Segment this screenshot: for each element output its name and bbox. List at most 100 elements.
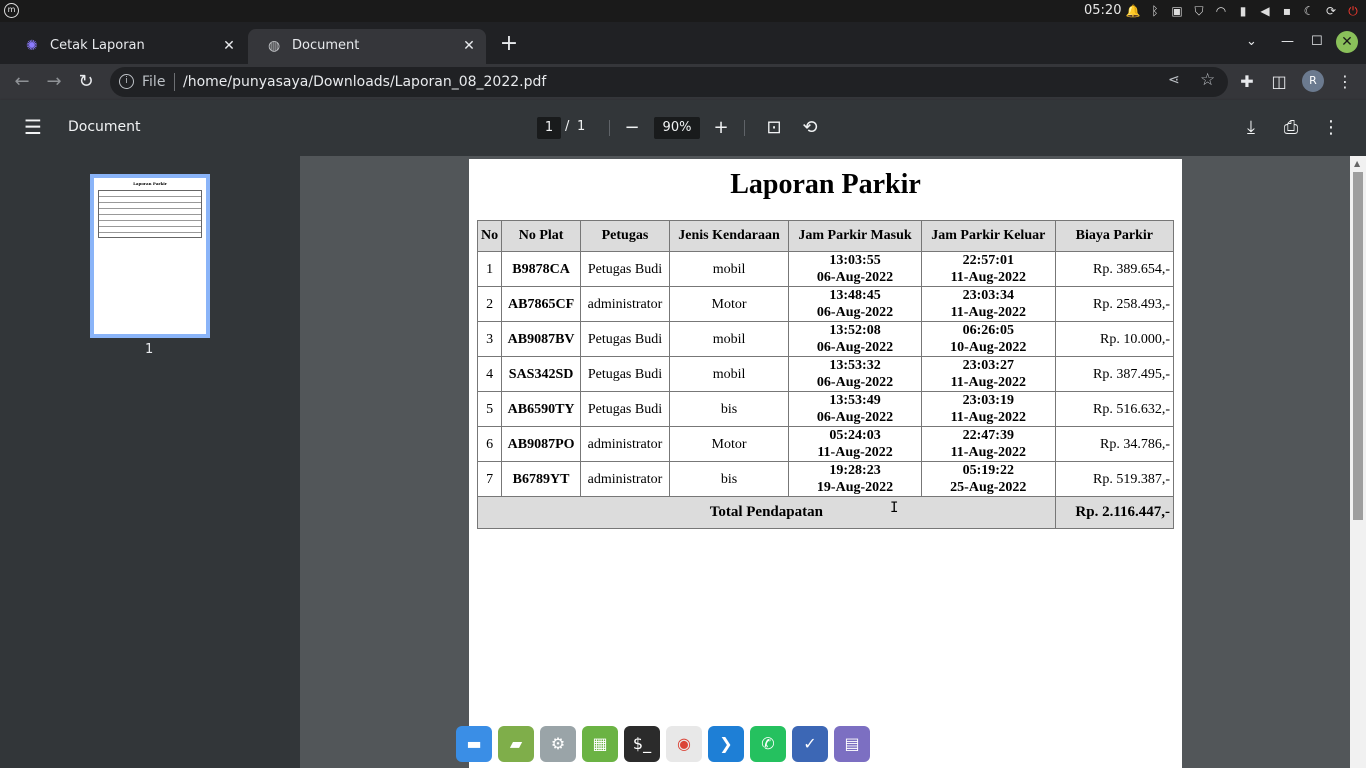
masuk-time: 13:48:45 [829,288,881,303]
wifi-icon[interactable]: ◠ [1212,2,1230,20]
masuk-date: 06-Aug-2022 [816,305,894,320]
tab-document[interactable]: ◍ Document ✕ [248,29,486,64]
divider [609,120,610,136]
table-row: 5 AB6590TY Petugas Budi bis 13:53:49 06-Aug-2… [476,391,1175,427]
battery-icon[interactable]: ▮ [1234,2,1252,20]
pdf-thumbnail-sidebar: Laporan Parkir 1 [0,156,300,768]
minimize-icon[interactable]: — [1281,34,1294,49]
text-editor-icon[interactable]: ▤ [834,726,870,762]
maximize-icon[interactable]: ☐ [1311,34,1323,49]
keluar-date: 10-Aug-2022 [950,340,1027,355]
spreadsheet-icon[interactable]: ▦ [582,726,618,762]
forward-arrow-icon[interactable]: → [41,69,67,95]
pdf-document-title: Document [68,119,141,135]
system-clock[interactable]: 05:20 [1084,3,1121,18]
cell-biaya: Rp. 389.654,- [1054,251,1175,287]
divider [744,120,745,136]
cell-no-plat: SAS342SD [501,356,582,392]
cell-no: 2 [476,286,503,322]
whatsapp-icon[interactable]: ✆ [750,726,786,762]
cell-petugas: Petugas Budi [580,356,670,392]
table-header-row: No No Plat Petugas Jenis Kendaraan Jam P… [476,220,1175,252]
volume-icon[interactable]: ◀ [1256,2,1274,20]
power-icon[interactable]: ⏻ [1344,2,1362,20]
files-folder-icon[interactable]: ▰ [498,726,534,762]
keluar-time: 23:03:19 [962,393,1014,408]
lock-icon[interactable]: ▪ [1278,2,1296,20]
rotate-icon[interactable]: ⟲ [798,116,822,140]
extensions-puzzle-icon[interactable]: ✚ [1236,71,1258,93]
header-jenis-kendaraan: Jenis Kendaraan [668,220,790,252]
cell-no: 4 [476,356,503,392]
url-text[interactable]: /home/punyasaya/Downloads/Laporan_08_202… [183,74,546,90]
print-icon[interactable]: ⎙ [1279,116,1303,140]
zoom-in-icon[interactable]: + [709,116,733,140]
back-arrow-icon[interactable]: ← [9,69,35,95]
close-icon[interactable]: ✕ [218,35,240,57]
tab-search-icon[interactable]: ⌄ [1246,34,1257,49]
mint-menu-icon[interactable]: m [4,3,19,18]
masuk-date: 06-Aug-2022 [816,410,894,425]
text-cursor-icon: I [890,500,899,516]
cell-no-plat: B6789YT [501,461,582,497]
clipboard-icon[interactable]: ▣ [1168,2,1186,20]
cell-no-plat: B9878CA [501,251,582,287]
night-mode-icon[interactable]: ☾ [1300,2,1318,20]
cell-jam-masuk: 19:28:23 19-Aug-2022 [788,461,922,497]
settings-toggle-icon[interactable]: ⚙ [540,726,576,762]
cell-petugas: administrator [580,286,670,322]
masuk-time: 13:03:55 [829,253,881,268]
pdf-toolbar: ☰ Document 1 / 1 − 90% + ⊡ ⟲ ⤓ ⎙ ⋮ [0,100,1366,156]
keluar-date: 11-Aug-2022 [950,410,1027,425]
page-thumbnail[interactable]: Laporan Parkir [90,174,210,338]
cell-jenis: mobil [668,251,790,287]
cell-biaya: Rp. 34.786,- [1054,426,1175,462]
fit-page-icon[interactable]: ⊡ [762,116,786,140]
masuk-time: 13:53:49 [829,393,881,408]
table-row: 3 AB9087BV Petugas Budi mobil 13:52:08 06-Aug… [476,321,1175,357]
bluetooth-icon[interactable]: ᛒ [1146,2,1164,20]
keluar-time: 06:26:05 [962,323,1014,338]
cell-no-plat: AB9087PO [501,426,582,462]
notification-bell-icon[interactable]: 🔔 [1124,2,1142,20]
zoom-out-icon[interactable]: − [620,116,644,140]
cell-jam-masuk: 13:48:45 06-Aug-2022 [788,286,922,322]
pdf-more-icon[interactable]: ⋮ [1319,116,1343,140]
page-number-input[interactable]: 1 [537,117,561,139]
masuk-date: 06-Aug-2022 [816,340,894,355]
profile-avatar[interactable]: R [1302,70,1324,92]
show-desktop-icon[interactable]: ▬ [456,726,492,762]
bookmark-star-icon[interactable]: ☆ [1200,70,1215,90]
page-total: 1 [577,119,586,134]
update-icon[interactable]: ⟳ [1322,2,1340,20]
reload-icon[interactable]: ↻ [73,69,99,95]
masuk-date: 06-Aug-2022 [816,375,894,390]
new-tab-button[interactable]: + [496,32,522,58]
tasks-check-icon[interactable]: ✓ [792,726,828,762]
share-icon[interactable]: ⋖ [1168,72,1180,88]
total-row: Total Pendapatan Rp. 2.116.447,- [477,496,1175,529]
terminal-icon[interactable]: $_ [624,726,660,762]
close-icon[interactable]: ✕ [458,35,480,57]
scrollbar-thumb[interactable] [1353,172,1363,520]
tab-cetak-laporan[interactable]: ✺ Cetak Laporan ✕ [6,29,246,64]
more-menu-icon[interactable]: ⋮ [1334,71,1356,93]
scroll-up-icon[interactable]: ▲ [1354,159,1360,168]
browser-toolbar: ← → ↻ i File /home/punyasaya/Downloads/L… [0,64,1366,100]
chrome-icon[interactable]: ◉ [666,726,702,762]
download-icon[interactable]: ⤓ [1239,116,1263,140]
document-scrollbar[interactable]: ▲ [1350,156,1366,768]
cell-jam-keluar: 05:19:22 25-Aug-2022 [920,461,1056,497]
zoom-input[interactable]: 90% [654,117,700,139]
hamburger-menu-icon[interactable]: ☰ [24,117,44,137]
info-icon[interactable]: i [119,74,134,89]
header-jam-masuk: Jam Parkir Masuk [788,220,922,252]
vscode-icon[interactable]: ❯ [708,726,744,762]
window-close-button[interactable]: ✕ [1336,31,1358,53]
keluar-date: 11-Aug-2022 [950,305,1027,320]
keluar-date: 11-Aug-2022 [950,375,1027,390]
header-no-plat: No Plat [501,220,582,252]
address-bar[interactable]: i File /home/punyasaya/Downloads/Laporan… [110,67,1228,97]
shield-icon[interactable]: ⛉ [1190,2,1208,20]
side-panel-icon[interactable]: ◫ [1268,71,1290,93]
